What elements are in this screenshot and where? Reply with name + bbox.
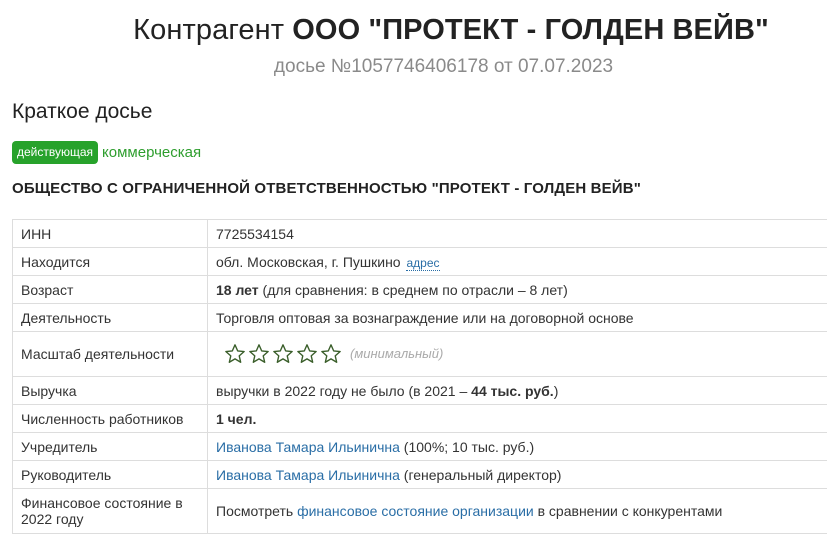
address-link[interactable]: адрес bbox=[406, 256, 439, 271]
summary-heading: Краткое досье bbox=[12, 99, 152, 125]
revenue-text: выручки в 2022 году не было (в 2021 – bbox=[216, 383, 471, 399]
finance-text: Посмотреть bbox=[216, 503, 297, 519]
table-row: ИНН 7725534154 bbox=[13, 220, 827, 248]
table-row: Численность работников 1 чел. bbox=[13, 405, 827, 433]
row-value-scale: (минимальный) bbox=[208, 332, 827, 377]
row-label-finance: Финансовое состояние в 2022 году bbox=[13, 489, 208, 534]
company-full-name: ОБЩЕСТВО С ОГРАНИЧЕННОЙ ОТВЕТСТВЕННОСТЬЮ… bbox=[12, 180, 641, 197]
row-label-founder: Учредитель bbox=[13, 433, 208, 461]
row-value-director: Иванова Тамара Ильинична (генеральный ди… bbox=[208, 461, 827, 489]
finance-text-end: в сравнении с конкурентами bbox=[534, 503, 723, 519]
title-company-name: ООО "ПРОТЕКТ - ГОЛДЕН ВЕЙВ" bbox=[292, 14, 769, 46]
star-icon bbox=[224, 343, 246, 365]
page-subtitle: досье №1057746406178 от 07.07.2023 bbox=[0, 56, 827, 78]
star-icon bbox=[296, 343, 318, 365]
row-label-activity: Деятельность bbox=[13, 304, 208, 332]
row-value-inn: 7725534154 bbox=[208, 220, 827, 248]
row-label-revenue: Выручка bbox=[13, 377, 208, 405]
dossier-table: ИНН 7725534154 Находится обл. Московская… bbox=[12, 219, 827, 534]
scale-note: (минимальный) bbox=[350, 346, 443, 361]
table-row: Финансовое состояние в 2022 году Посмотр… bbox=[13, 489, 827, 534]
row-label-inn: ИНН bbox=[13, 220, 208, 248]
employees-count: 1 чел. bbox=[216, 411, 256, 427]
row-label-age: Возраст bbox=[13, 276, 208, 304]
finance-link[interactable]: финансовое состояние организации bbox=[297, 503, 534, 519]
age-value: 18 лет bbox=[216, 282, 259, 298]
row-label-scale: Масштаб деятельности bbox=[13, 332, 208, 377]
title-prefix: Контрагент bbox=[133, 14, 284, 46]
page-title: Контрагент ООО "ПРОТЕКТ - ГОЛДЕН ВЕЙВ" bbox=[0, 12, 827, 48]
table-row: Деятельность Торговля оптовая за вознагр… bbox=[13, 304, 827, 332]
star-icon bbox=[248, 343, 270, 365]
row-label-director: Руководитель bbox=[13, 461, 208, 489]
star-icon bbox=[272, 343, 294, 365]
table-row: Масштаб деятельности (минимальный) bbox=[13, 332, 827, 377]
row-value-revenue: выручки в 2022 году не было (в 2021 – 44… bbox=[208, 377, 827, 405]
table-row: Учредитель Иванова Тамара Ильинична (100… bbox=[13, 433, 827, 461]
row-label-employees: Численность работников bbox=[13, 405, 208, 433]
row-value-founder: Иванова Тамара Ильинична (100%; 10 тыс. … bbox=[208, 433, 827, 461]
row-value-employees: 1 чел. bbox=[208, 405, 827, 433]
director-role: (генеральный директор) bbox=[400, 467, 562, 483]
founder-link[interactable]: Иванова Тамара Ильинична bbox=[216, 439, 400, 455]
row-value-activity: Торговля оптовая за вознаграждение или н… bbox=[208, 304, 827, 332]
revenue-close: ) bbox=[554, 383, 559, 399]
star-icon bbox=[320, 343, 342, 365]
table-row: Руководитель Иванова Тамара Ильинична (г… bbox=[13, 461, 827, 489]
status-bar: действующая коммерческая bbox=[12, 141, 201, 164]
row-value-finance: Посмотреть финансовое состояние организа… bbox=[208, 489, 827, 534]
location-text: обл. Московская, г. Пушкино bbox=[216, 254, 401, 270]
director-link[interactable]: Иванова Тамара Ильинична bbox=[216, 467, 400, 483]
row-value-age: 18 лет (для сравнения: в среднем по отра… bbox=[208, 276, 827, 304]
founder-share: (100%; 10 тыс. руб.) bbox=[400, 439, 534, 455]
row-value-location: обл. Московская, г. Пушкино адрес bbox=[208, 248, 827, 276]
page-header: Контрагент ООО "ПРОТЕКТ - ГОЛДЕН ВЕЙВ" д… bbox=[0, 0, 827, 78]
age-comparison: (для сравнения: в среднем по отрасли – 8… bbox=[259, 282, 568, 298]
scale-stars bbox=[224, 343, 342, 365]
row-label-location: Находится bbox=[13, 248, 208, 276]
table-row: Находится обл. Московская, г. Пушкино ад… bbox=[13, 248, 827, 276]
table-row: Возраст 18 лет (для сравнения: в среднем… bbox=[13, 276, 827, 304]
status-badge: действующая bbox=[12, 141, 98, 164]
revenue-amount: 44 тыс. руб. bbox=[471, 383, 554, 399]
company-type: коммерческая bbox=[102, 144, 201, 161]
table-row: Выручка выручки в 2022 году не было (в 2… bbox=[13, 377, 827, 405]
